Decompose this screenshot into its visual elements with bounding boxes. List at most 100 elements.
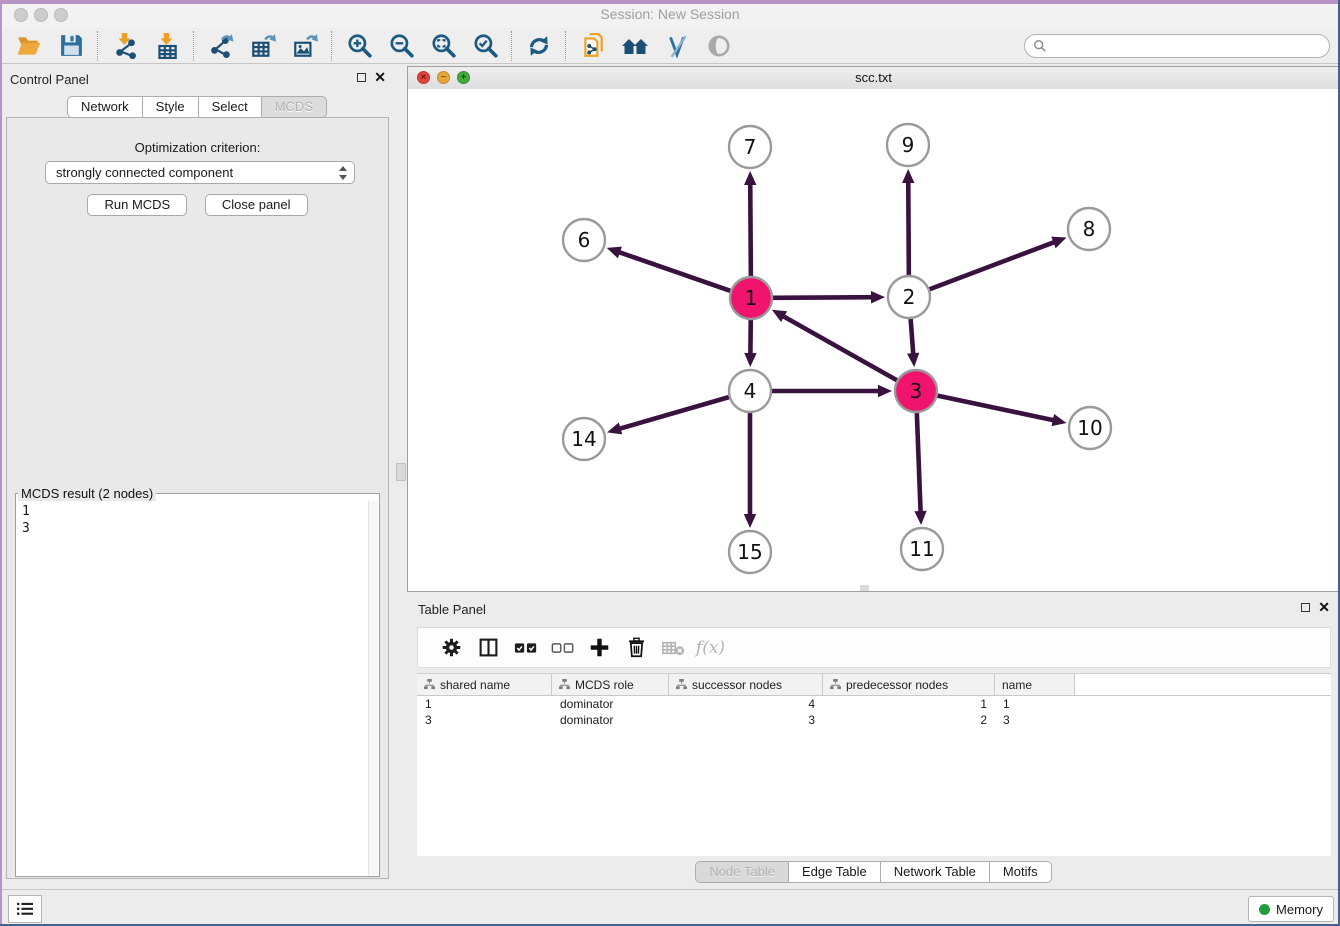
table-panel-title: Table Panel [418,602,486,617]
column-header-MCDS-role[interactable]: MCDS role [552,674,669,695]
graph-edge-4-15[interactable] [744,413,756,528]
control-panel-float-button[interactable] [357,73,366,82]
export-network-button[interactable] [200,30,242,62]
open-session-button[interactable] [8,30,50,62]
import-table-button[interactable] [146,30,188,62]
table-mode-icon [478,637,499,658]
graph-edge-3-11[interactable] [914,413,926,525]
tab-style[interactable]: Style [143,96,199,118]
mcds-result-scrollbar[interactable] [368,501,378,875]
graph-node-15[interactable]: 15 [729,531,771,573]
table-toolbar: f(x) [417,627,1331,668]
graph-edge-4-14[interactable] [607,397,729,434]
zoom-out-button[interactable] [380,30,422,62]
zoom-in-button[interactable] [338,30,380,62]
column-header-predecessor-nodes[interactable]: predecessor nodes [823,674,995,695]
column-header-label: predecessor nodes [846,678,948,692]
function-builder-button[interactable]: f(x) [692,633,729,663]
create-column-button[interactable] [581,633,618,663]
zoom-selected-button[interactable] [464,30,506,62]
memory-button[interactable]: Memory [1248,896,1334,922]
search-field[interactable] [1024,34,1330,58]
canvas-resize-grip[interactable] [860,585,869,591]
import-table-icon [154,33,180,59]
show-all-columns-button[interactable] [507,633,544,663]
graph-node-7[interactable]: 7 [729,126,771,168]
table-row[interactable]: 1dominator411 [417,696,1331,712]
graph-edge-4-3[interactable] [772,385,892,397]
graph-node-1[interactable]: 1 [730,277,772,319]
graph-edge-3-10[interactable] [938,396,1067,427]
save-session-button[interactable] [50,30,92,62]
splitter-handle[interactable] [396,463,406,481]
network-canvas[interactable]: 7 9 6 8 1 2 4 3 14 10 15 11 [408,89,1339,591]
graph-node-4[interactable]: 4 [729,370,771,412]
graph-node-14[interactable]: 14 [563,418,605,460]
graph-edge-3-1[interactable] [772,310,897,380]
toolbar-separator [193,31,195,61]
graph-edge-2-8[interactable] [930,237,1067,290]
hide-all-columns-button[interactable] [544,633,581,663]
tab-network-table[interactable]: Network Table [881,861,990,883]
graphics-details-button[interactable] [656,30,698,62]
graph-edge-1-2[interactable] [773,291,885,303]
vertical-splitter[interactable] [394,66,407,890]
graph-edge-2-9[interactable] [902,169,914,275]
graph-edge-2-3[interactable] [907,319,919,367]
table-cell: dominator [552,713,669,727]
column-header-name[interactable]: name [995,674,1075,695]
search-input[interactable] [1052,38,1321,54]
column-settings-button[interactable] [433,633,470,663]
tab-mcds[interactable]: MCDS [262,96,327,118]
node-label: 2 [903,285,916,309]
column-header-label: name [1002,678,1032,692]
table-cell: dominator [552,697,669,711]
table-panel-close-button[interactable]: ✕ [1318,602,1330,613]
export-table-button[interactable] [242,30,284,62]
apply-layout-button[interactable] [518,30,560,62]
delete-columns-button[interactable] [618,633,655,663]
criterion-selected-value: strongly connected component [56,165,338,180]
first-neighbors-button[interactable] [614,30,656,62]
export-image-button[interactable] [284,30,326,62]
tab-select[interactable]: Select [199,96,262,118]
graph-edge-1-7[interactable] [744,171,756,276]
tab-network[interactable]: Network [67,96,143,118]
graph-node-11[interactable]: 11 [901,528,943,570]
graph-edge-1-4[interactable] [744,320,756,367]
criterion-select[interactable]: strongly connected component [45,161,355,184]
zoom-fit-button[interactable] [422,30,464,62]
mcds-result-text[interactable]: 1 3 [17,501,368,875]
tab-node-table[interactable]: Node Table [695,861,789,883]
column-header-successor-nodes[interactable]: successor nodes [669,674,823,695]
node-label: 8 [1083,217,1096,241]
new-network-from-selection-icon [580,33,606,59]
memory-status-icon [1259,904,1270,915]
tab-edge-table[interactable]: Edge Table [789,861,881,883]
graph-node-2[interactable]: 2 [888,276,930,318]
graph-edge-1-6[interactable] [607,247,731,291]
tab-motifs[interactable]: Motifs [990,861,1052,883]
graph-node-10[interactable]: 10 [1069,407,1111,449]
column-header-label: MCDS role [575,678,634,692]
column-header-shared-name[interactable]: shared name [417,674,552,695]
graph-node-3[interactable]: 3 [895,370,937,412]
import-network-button[interactable] [104,30,146,62]
new-network-from-selection-button[interactable] [572,30,614,62]
graph-node-6[interactable]: 6 [563,219,605,261]
network-view-window: × − + scc.txt 7968124314101511 [407,66,1340,592]
edge-arrowhead [914,511,926,525]
task-history-button[interactable] [8,895,42,923]
main-toolbar [0,28,1340,64]
hide-selected-button[interactable] [698,30,740,62]
table-mode-button[interactable] [470,633,507,663]
table-panel-float-button[interactable] [1301,603,1310,612]
delete-table-button[interactable] [655,633,692,663]
table-row[interactable]: 3dominator323 [417,712,1331,728]
graph-node-8[interactable]: 8 [1068,208,1110,250]
graph-node-9[interactable]: 9 [887,124,929,166]
control-panel-close-button[interactable]: ✕ [374,72,386,83]
close-panel-button[interactable]: Close panel [205,194,308,216]
run-mcds-button[interactable]: Run MCDS [87,194,187,216]
chevron-up-down-icon [338,165,348,181]
